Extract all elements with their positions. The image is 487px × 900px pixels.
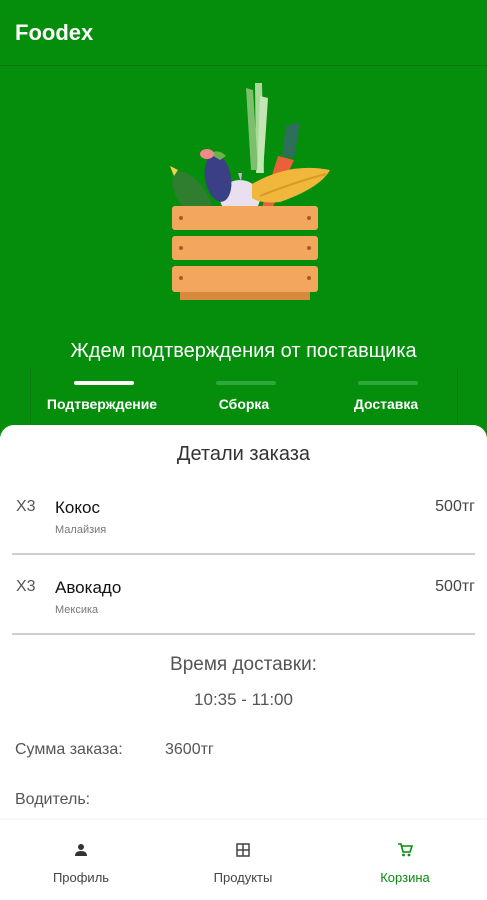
step-indicator-bar: [216, 381, 276, 385]
delivery-time-value: 10:35 - 11:00: [194, 690, 293, 709]
step-indicator-bar: [74, 381, 134, 385]
cart-icon: [398, 843, 413, 857]
item-price: 500тг: [435, 578, 475, 595]
order-item[interactable]: X3 Кокос Малайзия 500тг: [0, 483, 487, 555]
item-origin: Мексика: [55, 604, 99, 616]
order-item[interactable]: X3 Авокадо Мексика 500тг: [0, 563, 487, 635]
app-bar: Foodex: [0, 0, 487, 66]
step-label: Сборка: [218, 396, 270, 412]
item-quantity: X3: [16, 578, 36, 595]
driver-label: Водитель:: [15, 791, 91, 808]
nav-label: Профиль: [52, 870, 110, 885]
delivery-time-label: Время доставки:: [170, 654, 317, 675]
step-confirmation: Подтверждение: [31, 368, 173, 428]
step-indicator-bar: [358, 381, 418, 385]
order-sum-label: Сумма заказа:: [15, 741, 123, 758]
nav-label: Продукты: [213, 870, 273, 885]
person-icon: [75, 844, 87, 856]
item-name: Кокос: [55, 498, 100, 517]
vegetable-crate-illustration: [170, 83, 330, 300]
order-sum-value: 3600тг: [165, 741, 214, 758]
order-details-title: Детали заказа: [176, 443, 311, 465]
order-details-sheet: Детали заказа X3 Кокос Малайзия 500тг X3…: [0, 425, 487, 825]
step-label: Подтверждение: [46, 396, 158, 412]
item-name: Авокадо: [55, 578, 122, 597]
divider: [12, 553, 475, 555]
bottom-navigation: Профиль Продукты Корзина: [0, 820, 487, 900]
step-delivery: Доставка: [315, 368, 457, 428]
nav-profile[interactable]: Профиль: [0, 820, 162, 900]
divider: [12, 633, 475, 635]
step-label: Доставка: [353, 396, 419, 412]
item-quantity: X3: [16, 498, 36, 515]
app-title: Foodex: [15, 20, 94, 45]
item-price: 500тг: [435, 498, 475, 515]
step-assembly: Сборка: [173, 368, 315, 428]
item-origin: Малайзия: [55, 524, 107, 536]
nav-cart[interactable]: Корзина: [324, 820, 486, 900]
status-title: Ждем подтверждения от поставщика: [70, 340, 417, 362]
order-progress-steps: Подтверждение Сборка Доставка: [30, 368, 458, 428]
nav-products[interactable]: Продукты: [162, 820, 324, 900]
nav-label: Корзина: [380, 870, 430, 885]
grid-icon: [236, 843, 250, 857]
